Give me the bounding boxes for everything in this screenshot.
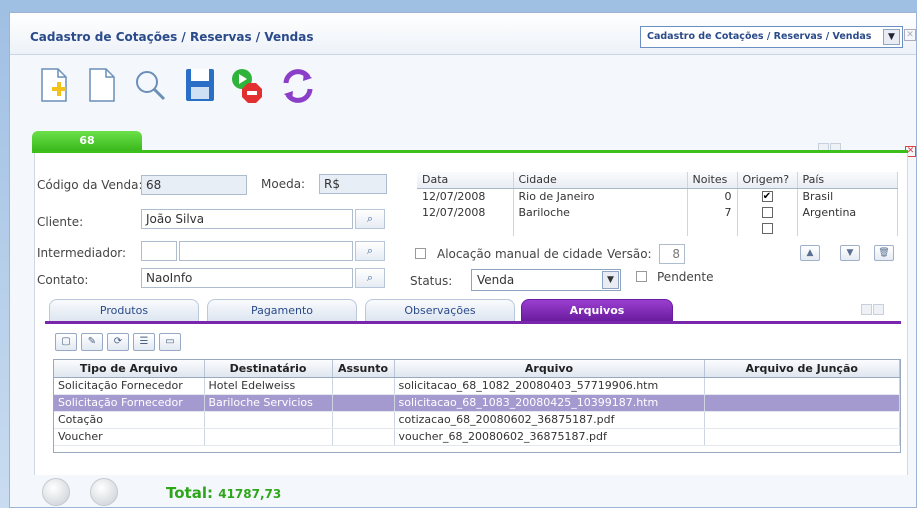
origem-checkbox[interactable] — [761, 207, 773, 218]
codigo-label: Código da Venda: — [37, 178, 143, 192]
link-icon[interactable]: ▭ — [159, 333, 181, 351]
cliente-lookup-icon[interactable]: ⌕ — [355, 209, 385, 229]
cliente-field[interactable]: João Silva — [141, 209, 353, 229]
city-table: Data Cidade Noites Origem? País 12/07/20… — [417, 172, 898, 236]
tab-pagamento[interactable]: Pagamento — [207, 299, 357, 321]
files-table: Tipo de Arquivo Destinatário Assunto Arq… — [54, 360, 900, 446]
edit-icon[interactable]: ✎ — [81, 333, 103, 351]
status-label: Status: — [410, 274, 453, 288]
chevron-down-icon[interactable]: ▼ — [883, 29, 900, 45]
table-row-selected[interactable]: Solicitação Fornecedor Bariloche Servici… — [54, 394, 900, 412]
col-origem[interactable]: Origem? — [737, 172, 798, 189]
moeda-field[interactable]: R$ — [319, 174, 387, 194]
col-noites[interactable]: Noites — [687, 172, 738, 189]
window-selector[interactable]: Cadastro de Cotações / Reservas / Vendas… — [640, 26, 903, 48]
table-row[interactable]: Voucher voucher_68_20080602_36875187.pdf — [54, 428, 900, 446]
contato-label: Contato: — [37, 273, 89, 287]
play-stop-icon — [232, 69, 262, 103]
refresh-button[interactable] — [278, 65, 318, 105]
prev-arrow-icon[interactable] — [861, 304, 872, 315]
col-data[interactable]: Data — [417, 172, 514, 189]
title-bar: Cadastro de Cotações / Reservas / Vendas… — [10, 13, 916, 55]
versao-label: Versão: — [607, 247, 652, 261]
window-selector-value: Cadastro de Cotações / Reservas / Vendas — [647, 31, 872, 42]
status-select[interactable]: Venda ▼ — [471, 269, 621, 291]
chevron-down-icon[interactable]: ▼ — [602, 271, 619, 289]
refresh-icon — [283, 69, 313, 103]
col-tipo[interactable]: Tipo de Arquivo — [54, 360, 205, 378]
col-pais[interactable]: País — [797, 172, 898, 189]
blank-document-icon — [89, 68, 115, 102]
window-title: Cadastro de Cotações / Reservas / Vendas — [30, 30, 314, 44]
search-button[interactable] — [130, 65, 170, 105]
contato-lookup-icon[interactable]: ⌕ — [355, 268, 385, 288]
main-window: Cadastro de Cotações / Reservas / Vendas… — [9, 12, 917, 508]
save-icon — [186, 69, 214, 101]
main-toolbar — [34, 65, 434, 109]
table-row[interactable] — [417, 220, 898, 236]
codigo-field[interactable]: 68 — [141, 175, 247, 195]
execute-stop-button[interactable] — [228, 65, 268, 105]
diamond-icon[interactable] — [42, 478, 70, 506]
next-arrow-icon[interactable] — [873, 304, 884, 315]
moeda-label: Moeda: — [261, 177, 306, 191]
new-document-icon — [41, 68, 67, 102]
alocacao-label: Alocação manual de cidade — [437, 247, 603, 261]
files-table-container: Tipo de Arquivo Destinatário Assunto Arq… — [53, 359, 901, 453]
save-button[interactable] — [180, 65, 220, 105]
tab-observacoes[interactable]: Observações — [365, 299, 515, 321]
table-row[interactable]: 12/07/2008 Bariloche 7 Argentina — [417, 204, 898, 220]
tab-arquivos[interactable]: Arquivos — [521, 299, 673, 321]
col-juncao[interactable]: Arquivo de Junção — [704, 360, 900, 378]
footer-bar: Total: 41787,73 — [34, 475, 908, 508]
origem-checkbox[interactable]: ✔ — [761, 191, 773, 203]
files-toolbar: ▢ ✎ ⟳ ☰ ▭ — [55, 333, 185, 351]
intermediador-code-field[interactable] — [141, 241, 177, 261]
check-circle-icon[interactable] — [90, 478, 118, 506]
close-icon[interactable]: ✕ — [904, 29, 916, 41]
tabs-nav — [861, 304, 884, 318]
tab-underline-purple — [45, 321, 901, 324]
list-icon[interactable]: ☰ — [133, 333, 155, 351]
tab-record-68[interactable]: 68 — [32, 131, 142, 151]
new-document-button[interactable] — [34, 65, 74, 105]
versao-field[interactable]: 8 — [659, 244, 685, 264]
col-arquivo[interactable]: Arquivo — [394, 360, 705, 378]
intermediador-label: Intermediador: — [37, 246, 127, 260]
col-cidade[interactable]: Cidade — [513, 172, 688, 189]
intermediador-lookup-icon[interactable]: ⌕ — [355, 241, 385, 261]
trash-icon[interactable]: 🗑 — [874, 245, 894, 261]
move-up-button[interactable]: ▲ — [800, 245, 820, 261]
record-panel: Código da Venda: 68 Moeda: R$ Cliente: J… — [34, 153, 908, 475]
table-row[interactable]: 12/07/2008 Rio de Janeiro 0 ✔ Brasil — [417, 188, 898, 204]
move-down-button[interactable]: ▼ — [840, 245, 860, 261]
cliente-label: Cliente: — [37, 215, 84, 229]
origem-checkbox[interactable] — [761, 223, 773, 234]
status-value: Venda — [477, 273, 515, 287]
detail-tabs: Produtos Pagamento Observações Arquivos — [49, 299, 899, 321]
total-value: 41787,73 — [218, 487, 282, 501]
col-assunto[interactable]: Assunto — [332, 360, 395, 378]
refresh-icon[interactable]: ⟳ — [107, 333, 129, 351]
total-label: Total: — [166, 484, 213, 502]
total-display: Total: 41787,73 — [166, 484, 281, 502]
new-file-icon[interactable]: ▢ — [55, 333, 77, 351]
search-icon — [136, 71, 166, 101]
blank-document-button[interactable] — [82, 65, 122, 105]
table-row[interactable]: Solicitação Fornecedor Hotel Edelweiss s… — [54, 377, 900, 395]
pendente-checkbox[interactable] — [636, 271, 647, 282]
intermediador-field[interactable] — [179, 241, 353, 261]
table-row[interactable]: Cotação cotizacao_68_20080602_36875187.p… — [54, 411, 900, 429]
pendente-label: Pendente — [657, 270, 714, 284]
col-destinatario[interactable]: Destinatário — [204, 360, 333, 378]
contato-field[interactable]: NaoInfo — [141, 268, 353, 288]
alocacao-checkbox[interactable] — [415, 248, 426, 259]
tab-produtos[interactable]: Produtos — [49, 299, 199, 321]
record-tabstrip: 68 — [32, 131, 910, 151]
